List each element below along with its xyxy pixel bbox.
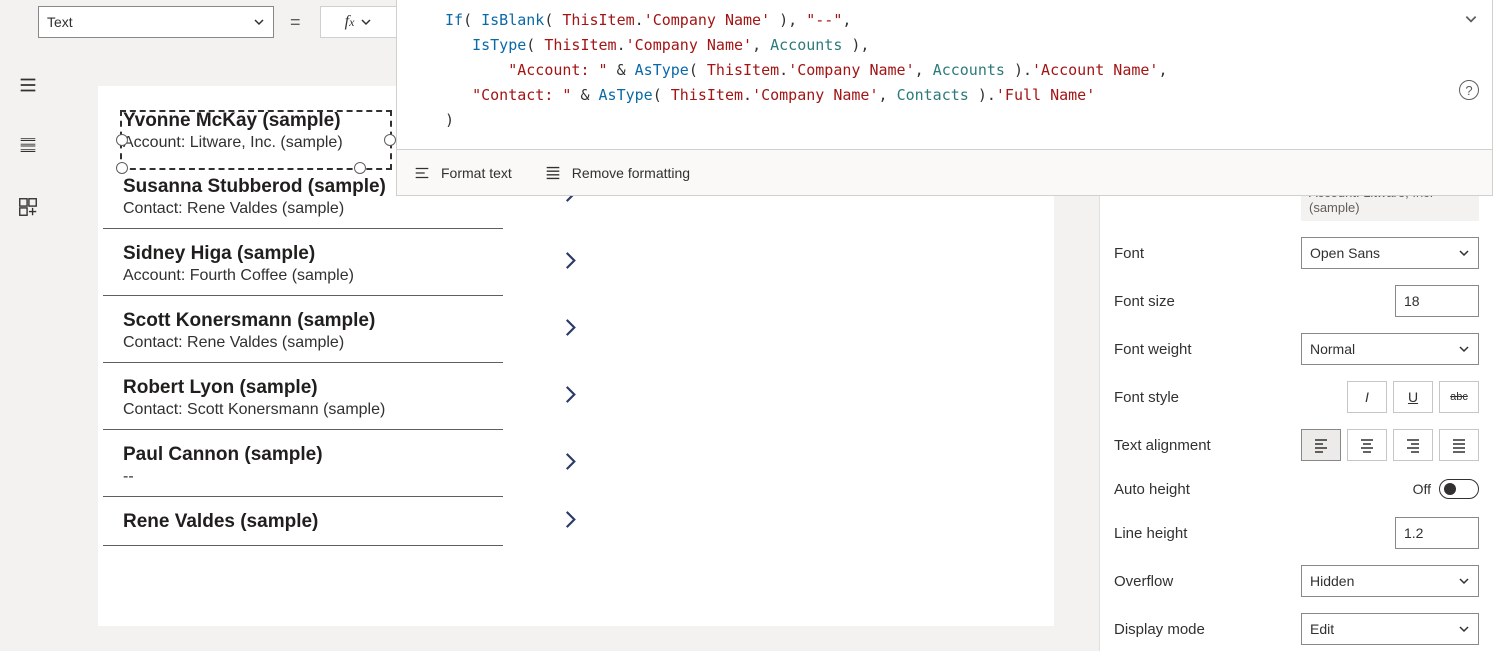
prop-lineheight: Line height 1.2 [1100,509,1493,557]
chevron-right-icon[interactable] [557,449,583,478]
chevron-right-icon[interactable] [557,382,583,411]
prop-font: Font Open Sans [1100,229,1493,277]
chevron-right-icon[interactable] [557,315,583,344]
list-item[interactable]: Paul Cannon (sample) -- [103,430,503,497]
chevron-down-icon [1458,575,1470,587]
prop-fontstyle-label: Font style [1114,389,1179,406]
list-item-subtitle: -- [123,468,503,486]
prop-autoheight: Auto height Off [1100,469,1493,509]
prop-font-value: Open Sans [1310,245,1380,261]
chevron-down-icon [253,16,265,28]
fx-icon: fx [345,13,355,31]
prop-lineheight-input[interactable]: 1.2 [1395,517,1479,549]
property-selector-value: Text [47,14,253,30]
insert-icon[interactable] [17,196,39,221]
prop-fontsize-label: Font size [1114,293,1175,310]
equals-sign: = [290,12,301,33]
format-text-icon [413,164,431,182]
strikethrough-button[interactable]: abc [1439,381,1479,413]
prop-fontstyle: Font style I U abc [1100,373,1493,421]
prop-displaymode-select[interactable]: Edit [1301,613,1479,645]
align-left-button[interactable] [1301,429,1341,461]
remove-formatting-button[interactable]: Remove formatting [544,164,690,182]
prop-font-select[interactable]: Open Sans [1301,237,1479,269]
chevron-down-icon [360,16,372,28]
list-item-title: Scott Konersmann (sample) [123,310,503,332]
chevron-down-icon[interactable] [1464,12,1478,26]
list-item-title: Paul Cannon (sample) [123,444,503,466]
prop-overflow-select[interactable]: Hidden [1301,565,1479,597]
underline-button[interactable]: U [1393,381,1433,413]
list-item[interactable]: Scott Konersmann (sample) Contact: Rene V… [103,296,503,363]
prop-align-group [1301,429,1479,461]
prop-displaymode-label: Display mode [1114,621,1205,638]
align-justify-button[interactable] [1439,429,1479,461]
list-item[interactable]: Robert Lyon (sample) Contact: Scott Koner… [103,363,503,430]
formula-editor[interactable]: If( IsBlank( ThisItem.'Company Name' ), … [396,0,1493,150]
prop-fontweight-value: Normal [1310,341,1355,357]
align-center-button[interactable] [1347,429,1387,461]
left-nav-rail [0,60,56,651]
format-toolbar: Format text Remove formatting [396,150,1493,196]
list-item-title: Robert Lyon (sample) [123,377,503,399]
prop-fontweight: Font weight Normal [1100,325,1493,373]
format-text-label: Format text [441,165,512,181]
format-text-button[interactable]: Format text [413,164,512,182]
align-right-button[interactable] [1393,429,1433,461]
list-item-subtitle: Contact: Scott Konersmann (sample) [123,401,503,419]
list-item-subtitle: Contact: Rene Valdes (sample) [123,334,503,352]
fx-button[interactable]: fx [320,6,396,38]
italic-button[interactable]: I [1347,381,1387,413]
chevron-down-icon [1458,623,1470,635]
prop-overflow: Overflow Hidden [1100,557,1493,605]
prop-fontsize-value: 18 [1404,293,1420,309]
prop-fontsize-input[interactable]: 18 [1395,285,1479,317]
prop-lineheight-label: Line height [1114,525,1187,542]
list-item-subtitle: Account: Fourth Coffee (sample) [123,267,503,285]
property-selector[interactable]: Text [38,6,274,38]
chevron-down-icon [1458,247,1470,259]
prop-align-label: Text alignment [1114,437,1211,454]
prop-fontsize: Font size 18 [1100,277,1493,325]
autoheight-toggle[interactable] [1439,479,1479,499]
chevron-right-icon[interactable] [557,507,583,536]
remove-formatting-icon [544,164,562,182]
remove-formatting-label: Remove formatting [572,165,690,181]
hamburger-icon[interactable] [17,74,39,99]
tree-icon[interactable] [17,135,39,160]
chevron-right-icon[interactable] [557,248,583,277]
list-item-title: Sidney Higa (sample) [123,243,503,265]
chevron-down-icon [1458,343,1470,355]
prop-overflow-label: Overflow [1114,573,1173,590]
prop-displaymode-value: Edit [1310,621,1334,637]
list-item-title: Rene Valdes (sample) [123,511,503,533]
prop-autoheight-label: Auto height [1114,481,1190,498]
prop-displaymode: Display mode Edit [1100,605,1493,651]
prop-lineheight-value: 1.2 [1404,525,1423,541]
properties-panel: Text Account: Litware, Inc. (sample) Fon… [1099,172,1493,651]
prop-align: Text alignment [1100,421,1493,469]
prop-autoheight-state: Off [1413,481,1431,497]
list-item[interactable]: Rene Valdes (sample) [103,497,503,546]
prop-font-label: Font [1114,245,1144,262]
list-item-subtitle: Contact: Rene Valdes (sample) [123,200,503,218]
prop-fontweight-select[interactable]: Normal [1301,333,1479,365]
prop-overflow-value: Hidden [1310,573,1354,589]
prop-fontstyle-group: I U abc [1347,381,1479,413]
list-item[interactable]: Sidney Higa (sample) Account: Fourth Coff… [103,229,503,296]
formula-content: If( IsBlank( ThisItem.'Company Name' ), … [397,0,1492,141]
help-icon[interactable]: ? [1459,80,1479,100]
prop-fontweight-label: Font weight [1114,341,1192,358]
